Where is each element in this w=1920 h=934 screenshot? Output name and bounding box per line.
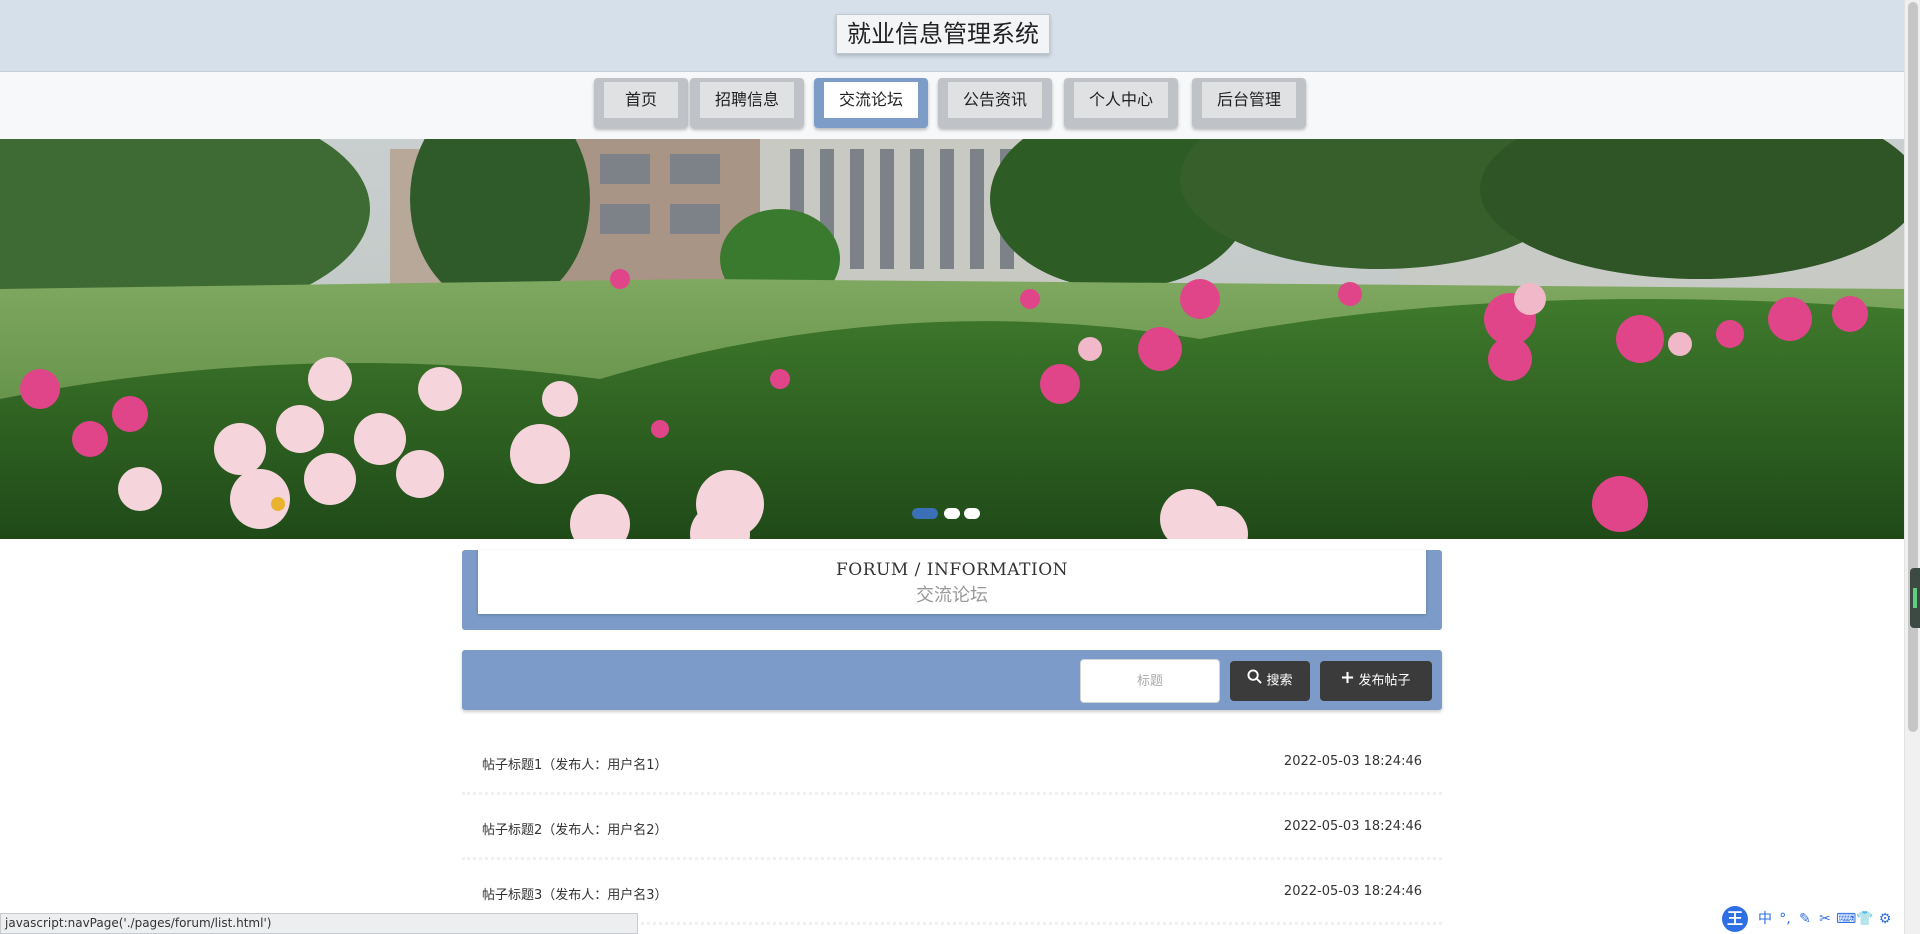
- nav-item-forum[interactable]: 交流论坛: [814, 78, 928, 128]
- ime-toolbar: 王 中 °, ✎ ✂ ⌨ 👕 ⚙: [1722, 906, 1904, 932]
- list-item[interactable]: 帖子标题1（发布人：用户名1） 2022-05-03 18:24:46: [462, 730, 1442, 795]
- post-time: 2022-05-03 18:24:46: [1283, 754, 1422, 769]
- ime-scissors-icon[interactable]: ✂: [1816, 910, 1834, 928]
- title-search-input[interactable]: [1080, 659, 1220, 703]
- site-title: 就业信息管理系统: [836, 14, 1050, 54]
- list-item[interactable]: 帖子标题2（发布人：用户名2） 2022-05-03 18:24:46: [462, 795, 1442, 860]
- post-time: 2022-05-03 18:24:46: [1283, 819, 1422, 834]
- ime-punctuation-icon[interactable]: °,: [1776, 910, 1794, 928]
- site-header: 就业信息管理系统: [0, 0, 1904, 72]
- side-drawer-tab[interactable]: [1910, 568, 1920, 628]
- nav-item-label: 招聘信息: [700, 82, 794, 118]
- carousel-dot[interactable]: [912, 508, 938, 519]
- post-title: 帖子标题1（发布人：用户名1）: [482, 758, 668, 773]
- nav-item-home[interactable]: 首页: [594, 78, 688, 128]
- nav-item-label: 后台管理: [1202, 82, 1296, 118]
- nav-item-jobs[interactable]: 招聘信息: [690, 78, 804, 128]
- search-icon: [1247, 661, 1263, 701]
- forum-title-cn: 交流论坛: [916, 585, 988, 606]
- nav-item-profile[interactable]: 个人中心: [1064, 78, 1178, 128]
- ime-language-icon[interactable]: 中: [1756, 910, 1774, 928]
- nav-item-news[interactable]: 公告资讯: [938, 78, 1052, 128]
- search-button[interactable]: 搜索: [1230, 661, 1310, 701]
- ime-keyboard-icon[interactable]: ⌨: [1836, 910, 1856, 928]
- carousel-dot[interactable]: [964, 508, 980, 519]
- side-tab-marker: [1913, 588, 1917, 608]
- search-bar: 搜索 发布帖子: [462, 650, 1442, 710]
- nav-item-label: 公告资讯: [948, 82, 1042, 118]
- browser-status-bar: javascript:navPage('./pages/forum/list.h…: [0, 913, 638, 934]
- ime-logo-icon[interactable]: 王: [1722, 906, 1748, 932]
- ime-settings-icon[interactable]: ⚙: [1876, 910, 1894, 928]
- new-post-button-label: 发布帖子: [1358, 673, 1411, 689]
- nav-item-label: 交流论坛: [824, 82, 918, 118]
- ime-skin-icon[interactable]: 👕: [1856, 910, 1874, 928]
- forum-heading-card: FORUM / INFORMATION 交流论坛: [478, 550, 1426, 614]
- ime-handwrite-icon[interactable]: ✎: [1796, 910, 1814, 928]
- post-time: 2022-05-03 18:24:46: [1283, 884, 1422, 899]
- nav-item-admin[interactable]: 后台管理: [1192, 78, 1306, 128]
- banner-carousel[interactable]: [0, 139, 1904, 539]
- carousel-dot[interactable]: [944, 508, 960, 519]
- nav-item-label: 首页: [604, 82, 678, 118]
- new-post-button[interactable]: 发布帖子: [1320, 661, 1432, 701]
- search-button-label: 搜索: [1266, 673, 1293, 689]
- plus-icon: [1341, 661, 1354, 701]
- forum-title-en: FORUM / INFORMATION: [835, 560, 1069, 580]
- post-title: 帖子标题3（发布人：用户名3）: [482, 888, 668, 903]
- post-title: 帖子标题2（发布人：用户名2）: [482, 823, 668, 838]
- page-scrollbar[interactable]: [1904, 0, 1920, 934]
- post-list: 帖子标题1（发布人：用户名1） 2022-05-03 18:24:46 帖子标题…: [462, 730, 1442, 925]
- banner-image: [0, 139, 1904, 539]
- main-nav: 首页 招聘信息 交流论坛 公告资讯 个人中心 后台管理: [0, 72, 1904, 140]
- nav-item-label: 个人中心: [1074, 82, 1168, 118]
- forum-heading: FORUM / INFORMATION 交流论坛: [462, 550, 1442, 630]
